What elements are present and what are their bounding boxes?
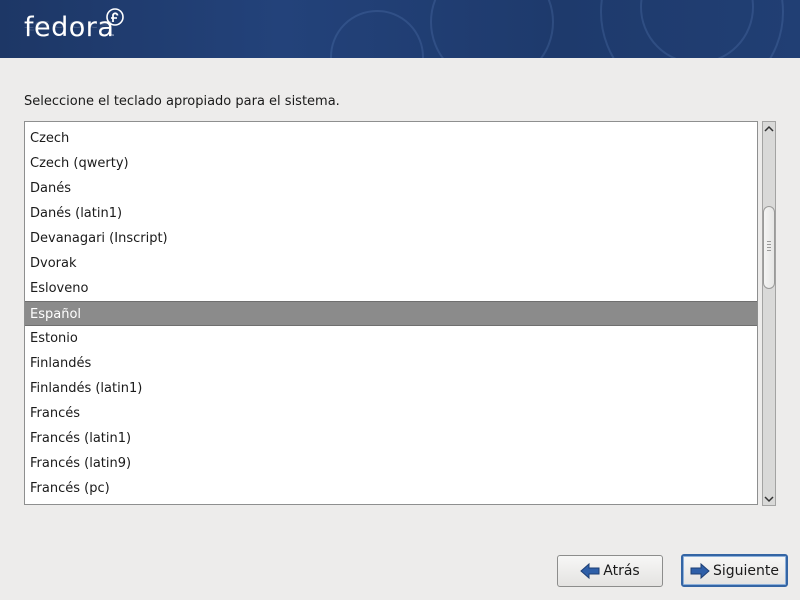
list-item[interactable]: Finlandés (latin1) (25, 376, 757, 401)
keyboard-list[interactable]: Czech Czech (qwerty) Danés Danés (latin1) De… (24, 121, 758, 505)
next-button-label: Siguiente (712, 562, 779, 579)
list-item[interactable]: Czech (25, 126, 757, 151)
logo-reflection: fedora (24, 18, 115, 32)
list-item[interactable]: Español (25, 301, 757, 326)
chevron-down-icon[interactable] (763, 492, 775, 505)
list-item[interactable]: Dvorak (25, 251, 757, 276)
keyboard-prompt: Seleccione el teclado apropiado para el … (24, 94, 340, 109)
list-item[interactable]: Francés (25, 401, 757, 426)
header-banner: fedora fedora ™ (0, 0, 800, 58)
banner-swirl (430, 0, 554, 58)
list-item[interactable]: Finlandés (25, 351, 757, 376)
arrow-right-icon (690, 562, 710, 579)
list-item[interactable]: Francés (latin1) (25, 426, 757, 451)
list-item[interactable]: Czech (qwerty) (25, 151, 757, 176)
arrow-left-icon (580, 562, 600, 580)
list-item[interactable]: Estonio (25, 326, 757, 351)
list-scrollbar[interactable] (762, 121, 776, 506)
back-button-label: Atrás (603, 563, 640, 579)
list-item[interactable]: Danés (25, 176, 757, 201)
banner-swirl (330, 10, 424, 58)
grip-icon (767, 241, 771, 251)
list-item[interactable]: Francés (latin9) (25, 451, 757, 476)
fedora-infinity-icon (106, 8, 124, 26)
list-item[interactable]: Danés (latin1) (25, 201, 757, 226)
list-item[interactable]: Francés (pc) (25, 476, 757, 501)
scrollbar-thumb[interactable] (763, 206, 775, 289)
back-button[interactable]: Atrás (557, 555, 663, 587)
list-item[interactable]: Esloveno (25, 276, 757, 301)
trademark-mark: ™ (110, 34, 115, 40)
chevron-up-icon[interactable] (763, 122, 775, 135)
list-item[interactable]: Devanagari (Inscript) (25, 226, 757, 251)
next-button[interactable]: Siguiente (681, 554, 788, 587)
